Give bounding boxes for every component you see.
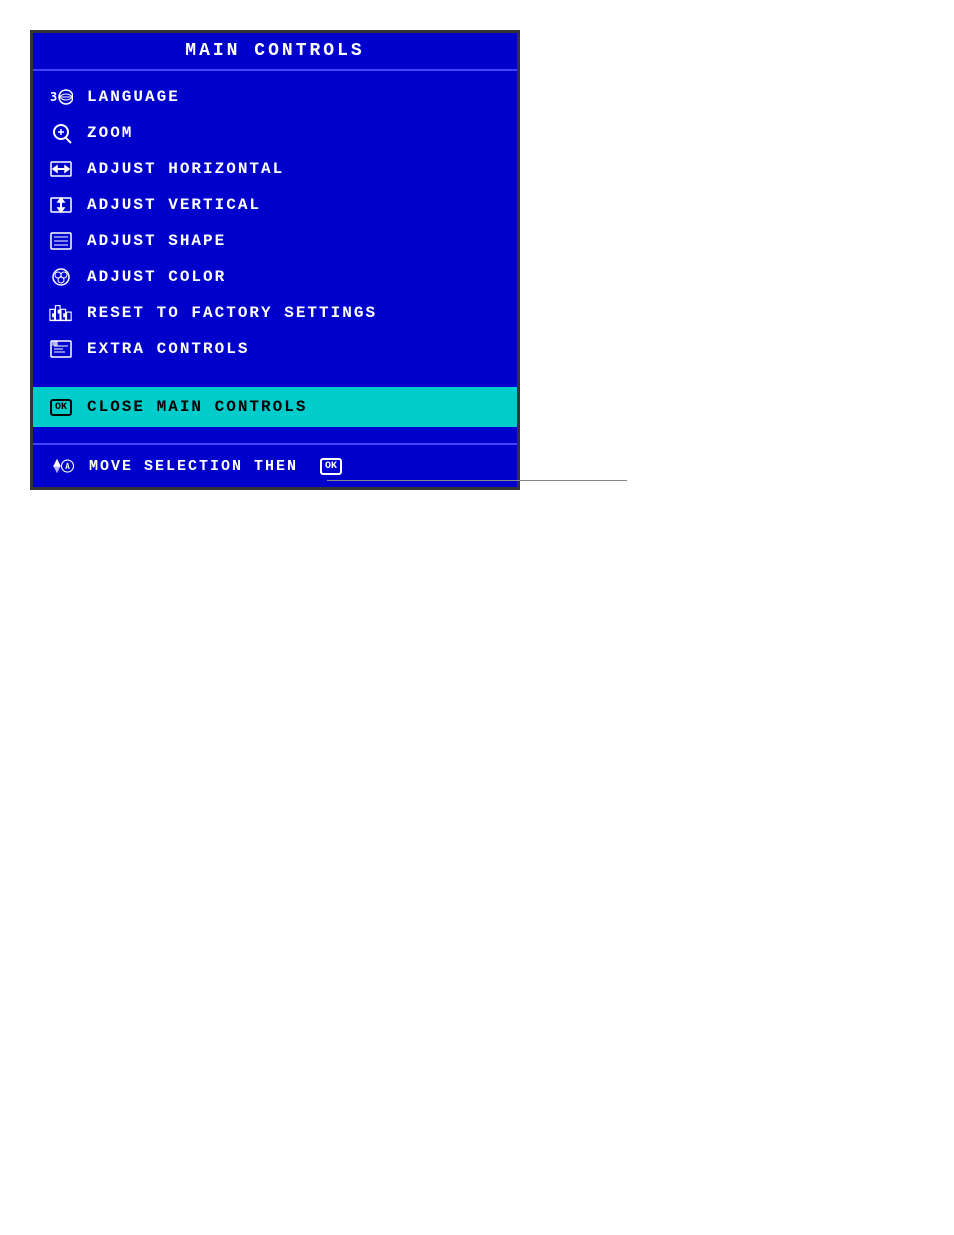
extra-icon: [45, 335, 77, 363]
menu-title-text: MAIN CONTROLS: [185, 41, 364, 61]
svg-text:3: 3: [50, 90, 59, 104]
menu-spacer: [33, 375, 517, 383]
menu-item-adjust-vertical[interactable]: ADJUST VERTICAL: [33, 187, 517, 223]
footer-ok-badge: OK: [320, 458, 342, 475]
close-main-controls-button[interactable]: OK CLOSE MAIN CONTROLS: [33, 387, 517, 427]
language-icon: 3: [45, 83, 77, 111]
zoom-label: ZOOM: [87, 124, 133, 142]
page-divider: [327, 480, 627, 481]
menu-item-zoom[interactable]: ZOOM: [33, 115, 517, 151]
shape-icon: [45, 227, 77, 255]
reset-factory-label: RESET TO FACTORY SETTINGS: [87, 304, 377, 322]
zoom-icon: [45, 119, 77, 147]
menu-items-list: 3 LANGUAGE ZOOM: [33, 71, 517, 375]
menu-item-reset-factory[interactable]: RESET TO FACTORY SETTINGS: [33, 295, 517, 331]
main-controls-menu: MAIN CONTROLS 3 LANGUAGE: [30, 30, 520, 490]
menu-item-language[interactable]: 3 LANGUAGE: [33, 79, 517, 115]
color-icon: [45, 263, 77, 291]
footer-label: MOVE SELECTION THEN: [89, 458, 298, 475]
adjust-vertical-label: ADJUST VERTICAL: [87, 196, 261, 214]
svg-text:A: A: [65, 462, 71, 471]
ok-icon: OK: [45, 393, 77, 421]
adjust-shape-label: ADJUST SHAPE: [87, 232, 226, 250]
language-label: LANGUAGE: [87, 88, 180, 106]
extra-controls-label: EXTRA CONTROLS: [87, 340, 249, 358]
adjust-horizontal-label: ADJUST HORIZONTAL: [87, 160, 284, 178]
move-selection-icon: A: [45, 452, 81, 480]
menu-item-adjust-shape[interactable]: ADJUST SHAPE: [33, 223, 517, 259]
factory-icon: [45, 299, 77, 327]
menu-item-extra-controls[interactable]: EXTRA CONTROLS: [33, 331, 517, 367]
menu-item-adjust-horizontal[interactable]: ADJUST HORIZONTAL: [33, 151, 517, 187]
close-label: CLOSE MAIN CONTROLS: [87, 398, 307, 416]
footer-spacer: [33, 431, 517, 439]
vertical-icon: [45, 191, 77, 219]
horizontal-icon: [45, 155, 77, 183]
menu-title: MAIN CONTROLS: [33, 33, 517, 71]
adjust-color-label: ADJUST COLOR: [87, 268, 226, 286]
ok-badge: OK: [50, 399, 72, 416]
menu-item-adjust-color[interactable]: ADJUST COLOR: [33, 259, 517, 295]
